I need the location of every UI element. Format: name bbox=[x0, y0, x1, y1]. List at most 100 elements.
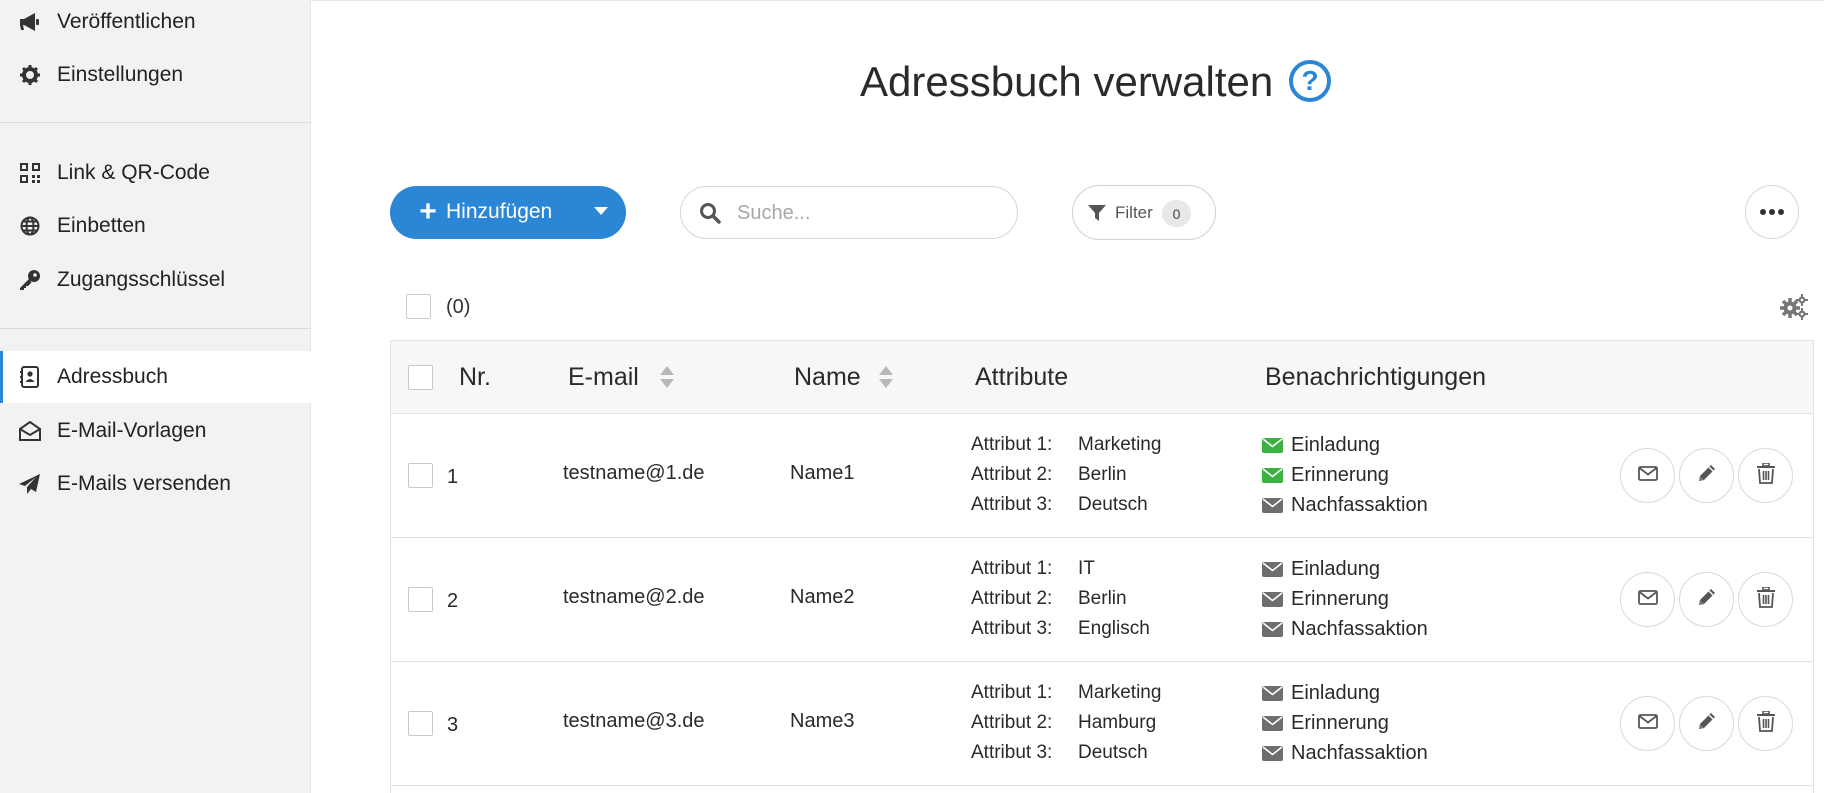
sort-email-icon[interactable] bbox=[660, 366, 674, 390]
column-header-email[interactable]: E-mail bbox=[568, 363, 639, 392]
ellipsis-icon bbox=[1769, 209, 1775, 215]
ellipsis-icon bbox=[1760, 209, 1766, 215]
notification-line: Einladung bbox=[1262, 554, 1428, 584]
sort-name-icon[interactable] bbox=[879, 366, 893, 390]
column-header-notifications: Benachrichtigungen bbox=[1265, 363, 1486, 391]
row-select-checkbox[interactable] bbox=[408, 463, 433, 488]
notification-line: Nachfassaktion bbox=[1262, 614, 1428, 644]
row-notifications: Einladung Erinnerung Nachfassaktion bbox=[1262, 430, 1428, 520]
gear-icon bbox=[18, 63, 42, 87]
delete-button[interactable] bbox=[1738, 572, 1793, 627]
sidebar-item-email-templates[interactable]: E-Mail-Vorlagen bbox=[0, 405, 311, 457]
filter-button[interactable]: Filter 0 bbox=[1072, 185, 1216, 240]
row-name: Name1 bbox=[790, 462, 855, 484]
notification-line: Nachfassaktion bbox=[1262, 738, 1428, 768]
select-all-checkbox[interactable] bbox=[406, 294, 431, 319]
attribute-key: Attribut 1: bbox=[971, 682, 1053, 703]
delete-button[interactable] bbox=[1738, 696, 1793, 751]
search-box bbox=[680, 186, 1018, 239]
sidebar-item-send-emails[interactable]: E-Mails versenden bbox=[0, 458, 311, 510]
sidebar-item-address-book[interactable]: Adressbuch bbox=[0, 351, 311, 403]
attribute-line: Attribut 1: IT bbox=[971, 554, 1150, 584]
attribute-value: Berlin bbox=[1078, 464, 1127, 485]
notification-line: Erinnerung bbox=[1262, 584, 1428, 614]
sidebar-item-label: E-Mails versenden bbox=[57, 472, 231, 495]
attribute-key: Attribut 3: bbox=[971, 494, 1053, 515]
row-email: testname@3.de bbox=[563, 710, 705, 732]
sidebar-item-access-keys[interactable]: Zugangsschlüssel bbox=[0, 254, 311, 306]
column-header-nr: Nr. bbox=[459, 363, 491, 391]
qr-code-icon bbox=[18, 161, 42, 185]
plus-icon: + bbox=[419, 195, 437, 228]
attribute-value: Berlin bbox=[1078, 588, 1127, 609]
column-settings-gears-icon[interactable] bbox=[1780, 294, 1808, 320]
notification-label: Nachfassaktion bbox=[1291, 742, 1428, 764]
pencil-icon bbox=[1697, 463, 1717, 488]
sidebar-item-publish[interactable]: Veröffentlichen bbox=[0, 0, 311, 48]
edit-button[interactable] bbox=[1679, 448, 1734, 503]
header-select-checkbox[interactable] bbox=[408, 365, 433, 390]
add-button[interactable]: + Hinzufügen bbox=[390, 186, 626, 239]
sidebar-item-label: Einbetten bbox=[57, 214, 146, 237]
row-select-checkbox[interactable] bbox=[408, 711, 433, 736]
attribute-line: Attribut 2: Berlin bbox=[971, 460, 1161, 490]
sidebar: Veröffentlichen Einstellungen Link & QR-… bbox=[0, 0, 311, 793]
top-border bbox=[311, 0, 1824, 1]
attribute-line: Attribut 1: Marketing bbox=[971, 678, 1161, 708]
envelope-icon bbox=[1262, 467, 1283, 483]
search-input[interactable] bbox=[737, 197, 997, 229]
attribute-value: Deutsch bbox=[1078, 494, 1148, 515]
selected-count: (0) bbox=[446, 296, 471, 318]
attribute-key: Attribut 3: bbox=[971, 618, 1053, 639]
attribute-key: Attribut 1: bbox=[971, 434, 1053, 455]
notification-line: Erinnerung bbox=[1262, 708, 1428, 738]
notification-label: Einladung bbox=[1291, 434, 1380, 456]
attribute-line: Attribut 2: Berlin bbox=[971, 584, 1150, 614]
pencil-icon bbox=[1697, 587, 1717, 612]
row-attributes: Attribut 1: Marketing Attribut 2: Berlin Att… bbox=[971, 430, 1161, 520]
row-notifications: Einladung Erinnerung Nachfassaktion bbox=[1262, 554, 1428, 644]
attribute-value: Marketing bbox=[1078, 682, 1162, 703]
row-email: testname@1.de bbox=[563, 462, 705, 484]
delete-button[interactable] bbox=[1738, 448, 1793, 503]
envelope-icon bbox=[1262, 745, 1283, 761]
notification-label: Nachfassaktion bbox=[1291, 618, 1428, 640]
sidebar-item-embed[interactable]: Einbetten bbox=[0, 200, 311, 252]
send-email-button[interactable] bbox=[1620, 448, 1675, 503]
key-icon bbox=[18, 268, 42, 292]
sidebar-item-label: Link & QR-Code bbox=[57, 161, 210, 184]
row-nr: 2 bbox=[447, 590, 459, 612]
more-options-button[interactable] bbox=[1745, 185, 1799, 239]
attribute-line: Attribut 3: Deutsch bbox=[971, 490, 1161, 520]
ellipsis-icon bbox=[1778, 209, 1784, 215]
notification-label: Einladung bbox=[1291, 558, 1380, 580]
sidebar-item-label: Zugangsschlüssel bbox=[57, 268, 226, 291]
add-dropdown-chevron-icon[interactable] bbox=[594, 207, 608, 215]
edit-button[interactable] bbox=[1679, 572, 1734, 627]
help-icon[interactable]: ? bbox=[1289, 60, 1331, 102]
sidebar-item-link-qr[interactable]: Link & QR-Code bbox=[0, 147, 311, 199]
send-email-button[interactable] bbox=[1620, 572, 1675, 627]
row-email: testname@2.de bbox=[563, 586, 705, 608]
envelope-icon bbox=[1262, 497, 1283, 513]
sidebar-divider bbox=[0, 328, 311, 329]
table-row: 1 testname@1.de Name1 Attribut 1: Marketing A… bbox=[391, 414, 1813, 538]
envelope-icon bbox=[1262, 715, 1283, 731]
send-email-button[interactable] bbox=[1620, 696, 1675, 751]
sidebar-item-label: Adressbuch bbox=[57, 365, 168, 388]
row-name: Name3 bbox=[790, 710, 855, 732]
envelope-open-icon bbox=[18, 419, 42, 443]
notification-line: Einladung bbox=[1262, 678, 1428, 708]
megaphone-icon bbox=[18, 10, 42, 34]
sidebar-item-settings[interactable]: Einstellungen bbox=[0, 49, 311, 101]
edit-button[interactable] bbox=[1679, 696, 1734, 751]
attribute-line: Attribut 1: Marketing bbox=[971, 430, 1161, 460]
attribute-value: Hamburg bbox=[1078, 712, 1157, 733]
row-select-checkbox[interactable] bbox=[408, 587, 433, 612]
attribute-key: Attribut 2: bbox=[971, 464, 1053, 485]
paper-plane-icon bbox=[18, 472, 42, 496]
trash-icon bbox=[1756, 709, 1775, 737]
page-title: Adressbuch verwalten bbox=[860, 58, 1274, 105]
row-attributes: Attribut 1: Marketing Attribut 2: Hamburg At… bbox=[971, 678, 1161, 768]
column-header-name[interactable]: Name bbox=[794, 363, 861, 392]
